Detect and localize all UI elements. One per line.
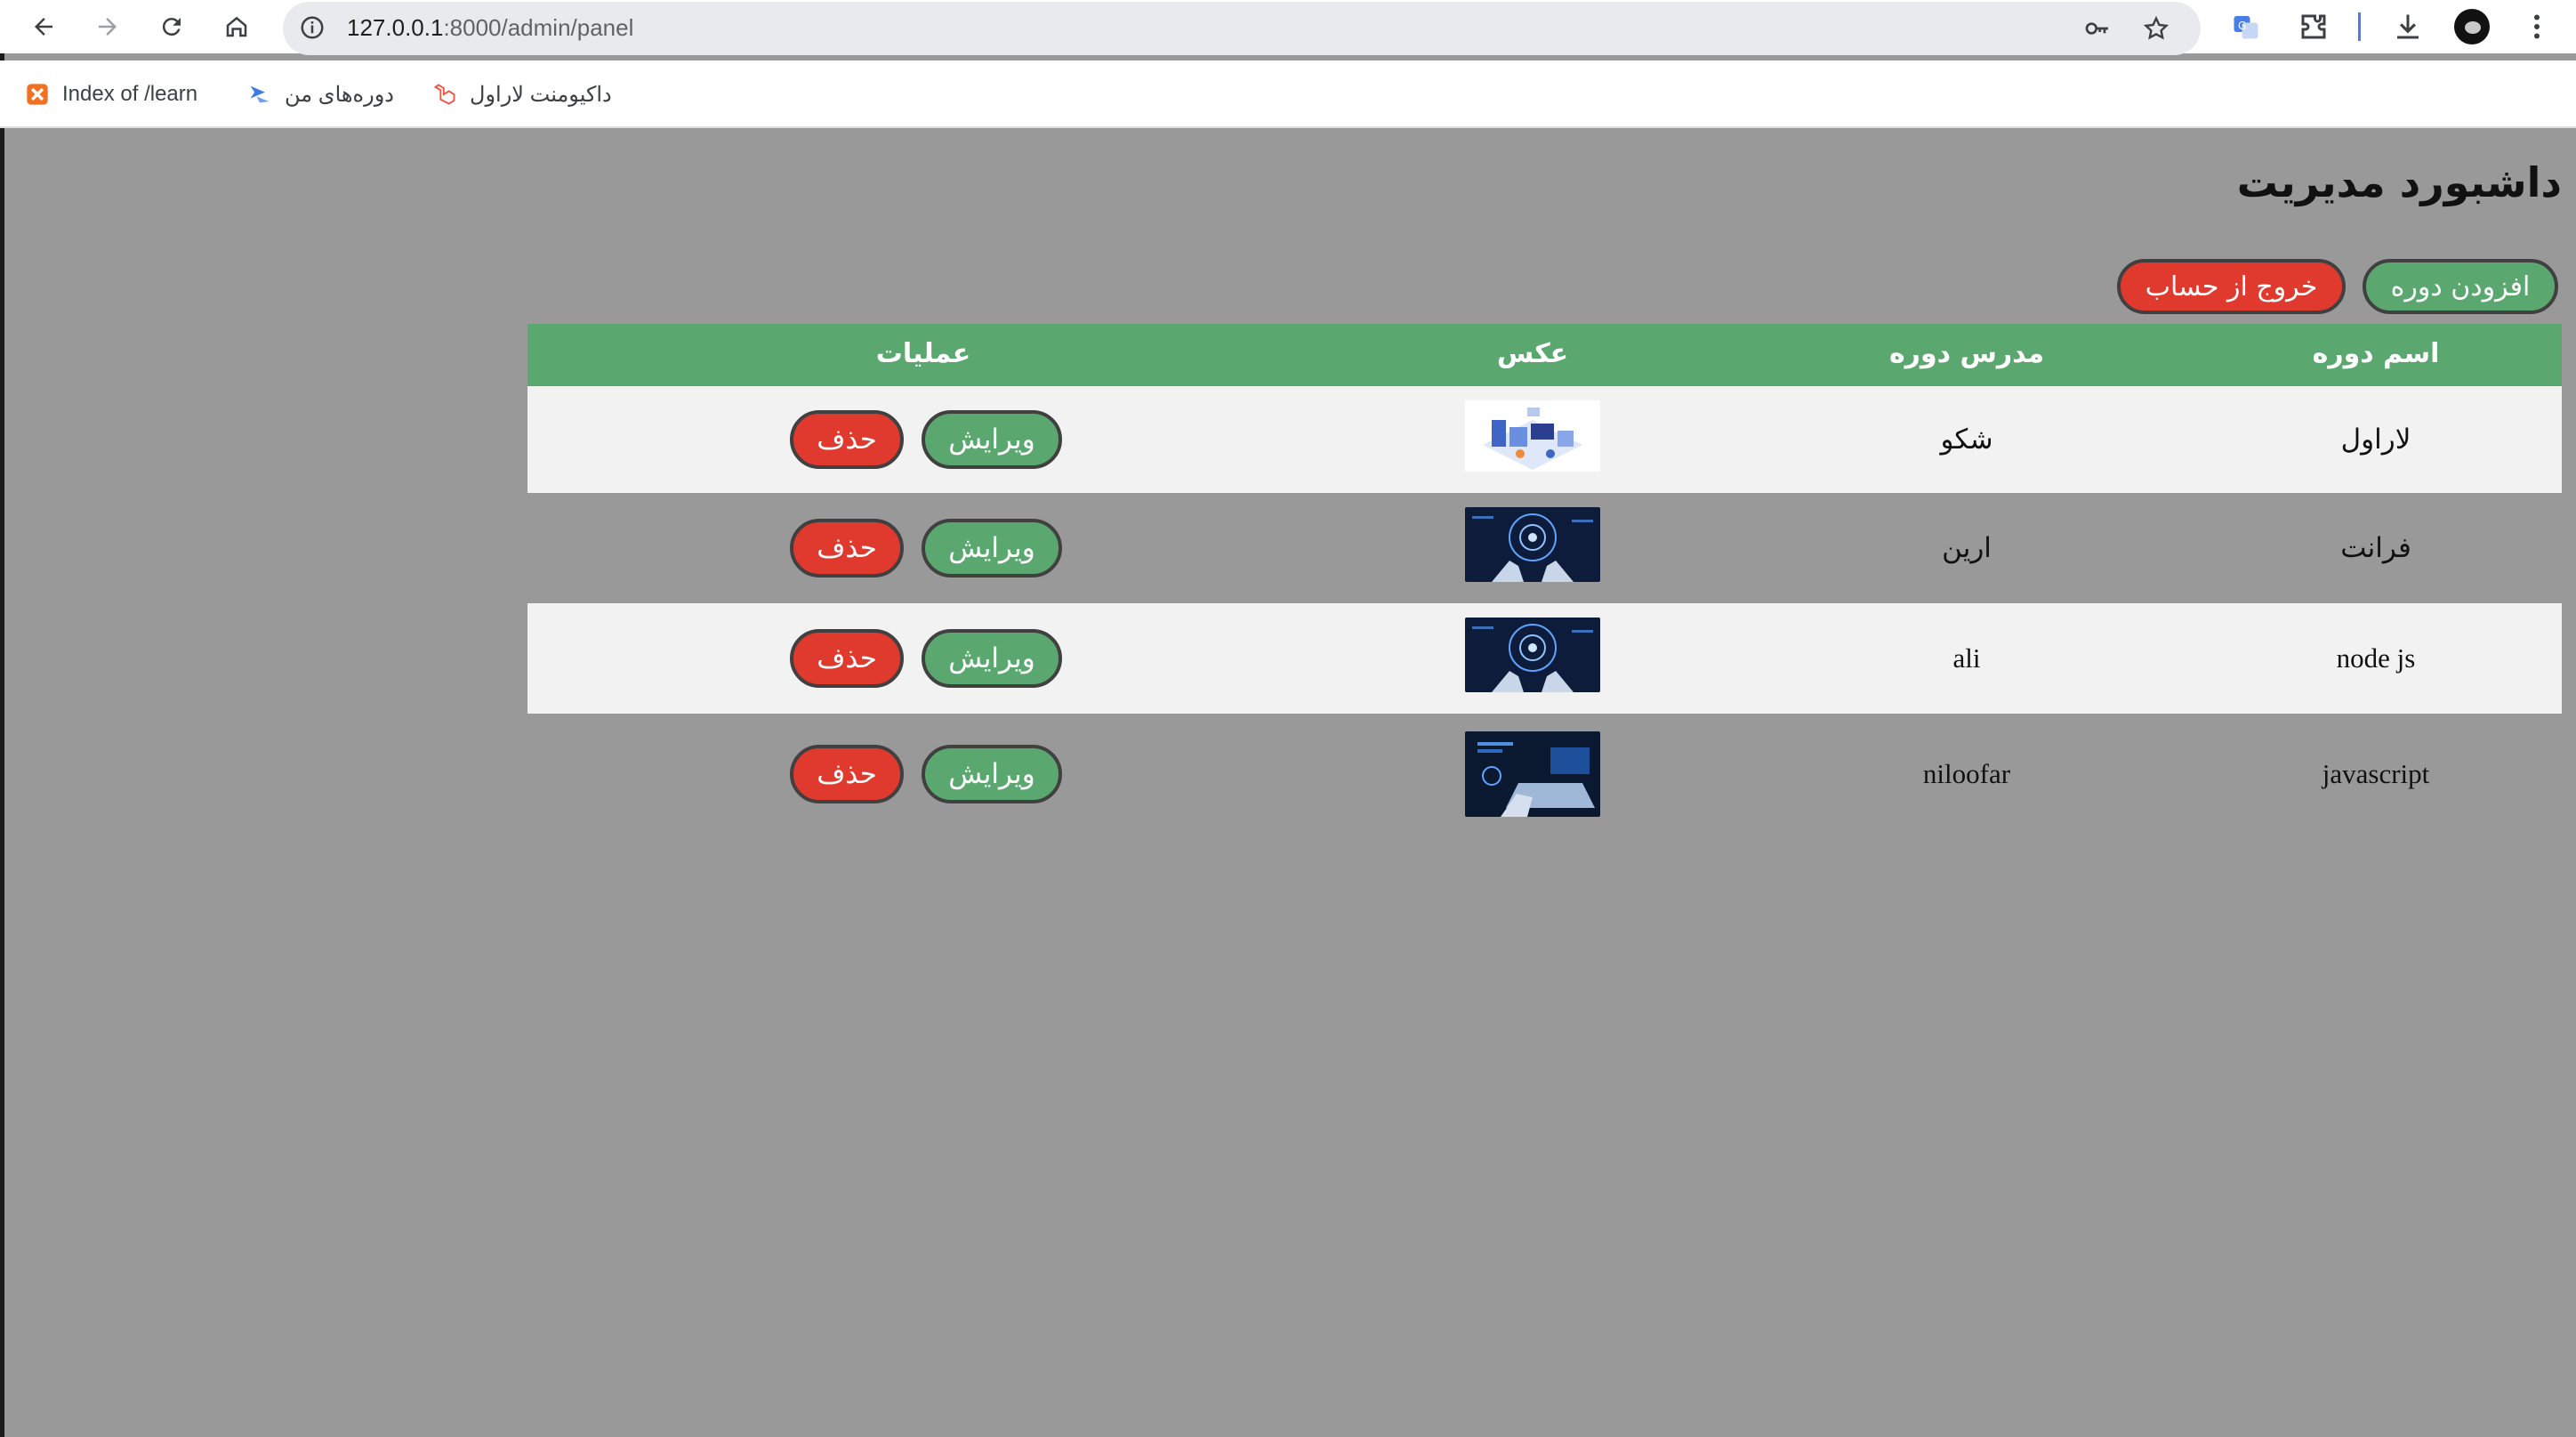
delete-button[interactable]: حذف [790,629,904,688]
add-course-button[interactable]: افزودن دوره [2363,259,2558,314]
home-icon [226,16,247,37]
ai-hands-image [1465,507,1600,582]
edit-button[interactable]: ویرایش [922,629,1062,688]
bookmark-label: Index of /learn [62,82,198,106]
table-header: اسم دوره مدرس دوره عکس عملیات [527,324,2562,386]
course-name: فرانت [2340,532,2411,564]
svg-text:G: G [2238,20,2246,32]
table-row: javascript niloofar ویرایش حذف [527,714,2562,835]
browser-toolbar: 127.0.0.1:8000/admin/panel G [0,0,2576,55]
toolbar-separator [2358,12,2361,41]
bookmark-index-learn[interactable]: Index of /learn [25,77,197,112]
xampp-icon [27,84,48,105]
avatar-face-icon [2465,21,2481,34]
url-host: 127.0.0.1 [347,14,444,41]
delete-button[interactable]: حذف [790,519,904,577]
forward-arrow-icon [99,18,117,36]
bookmark-arrow-icon [250,85,270,103]
site-info-icon[interactable] [299,14,326,41]
course-name: javascript [2322,758,2430,789]
bookmark-star-icon[interactable] [2142,14,2170,43]
download-icon[interactable] [2391,11,2425,43]
course-teacher: niloofar [1922,758,2011,789]
url-text[interactable]: 127.0.0.1:8000/admin/panel [347,14,633,42]
bookmark-label: داکیومنت لاراول [470,82,612,107]
profile-avatar[interactable] [2454,9,2490,44]
column-header-teacher: مدرس دوره [1888,338,2045,369]
bookmark-label: دوره‌های من [285,82,394,107]
course-name: node js [2336,642,2416,674]
page-title: داشبورد مدیریت [2236,158,2562,206]
course-teacher: شکو [1940,424,1993,456]
edit-button[interactable]: ویرایش [922,745,1062,803]
edit-button[interactable]: ویرایش [922,519,1062,577]
reload-icon [162,18,181,36]
course-image [1465,507,1600,582]
reload-button[interactable] [155,11,189,43]
table-row: فرانت ارین ویرایش حذف [527,493,2562,603]
translate-icon[interactable]: G [2229,11,2263,43]
table-row: لاراول شکو ویرایش حذف [527,386,2562,493]
more-menu-icon[interactable] [2520,11,2554,43]
column-header-name: اسم دوره [2312,338,2440,369]
forward-button[interactable] [91,11,125,43]
ai-hands-image [1465,618,1600,692]
table-row: node js ali ویرایش حذف [527,603,2562,714]
back-button[interactable] [27,11,60,43]
bookmarks-bar: Index of /learn دوره‌های من داکیومنت لار… [0,61,2576,128]
column-header-actions: عملیات [875,338,971,369]
isometric-illustration-image [1465,400,1600,472]
course-teacher: ارین [1942,532,1992,564]
logout-button[interactable]: خروج از حساب [2117,259,2346,314]
address-bar[interactable]: 127.0.0.1:8000/admin/panel [283,2,2201,55]
password-key-icon[interactable] [2083,14,2112,43]
edit-button[interactable]: ویرایش [922,410,1062,469]
laravel-icon [433,84,455,105]
home-button[interactable] [220,11,254,43]
bookmark-my-courses[interactable]: دوره‌های من [247,77,394,112]
url-path: :8000/admin/panel [443,14,634,41]
course-image [1465,618,1600,692]
extensions-puzzle-icon[interactable] [2297,11,2330,43]
course-image [1465,731,1600,817]
window-edge [0,0,4,1437]
course-name: لاراول [2340,424,2411,456]
column-header-photo: عکس [1496,338,1569,369]
course-teacher: ali [1952,642,1981,674]
delete-button[interactable]: حذف [790,745,904,803]
back-arrow-icon [35,18,52,36]
course-image [1465,400,1600,472]
laptop-tech-image [1465,731,1600,817]
delete-button[interactable]: حذف [790,410,904,469]
courses-table: اسم دوره مدرس دوره عکس عملیات لاراول شکو… [527,324,2562,835]
bookmark-laravel-docs[interactable]: داکیومنت لاراول [432,77,612,112]
